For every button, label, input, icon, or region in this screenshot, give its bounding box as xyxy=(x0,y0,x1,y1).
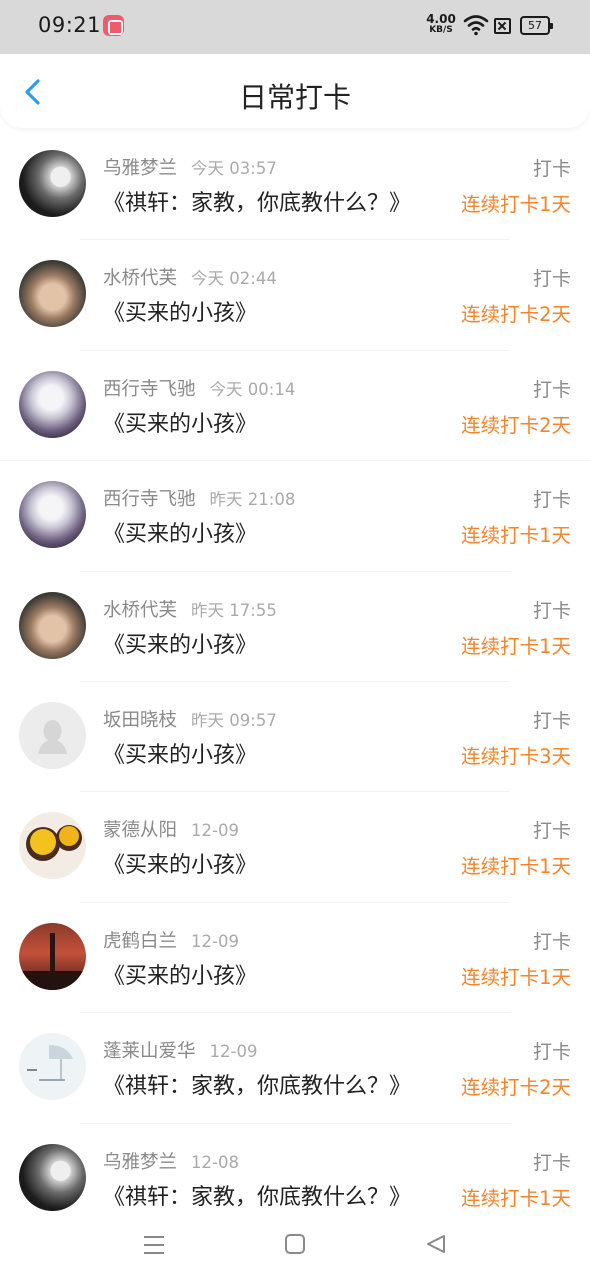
post-time: 昨天 09:57 xyxy=(191,710,277,730)
post-time: 今天 03:57 xyxy=(191,159,277,178)
user-name-text[interactable]: 西行寺飞驰 xyxy=(103,379,196,400)
user-name[interactable]: 虎鹤白兰 12-09 xyxy=(103,927,239,953)
streak-label: 连续打卡2天 xyxy=(461,303,571,327)
app-notification-icon xyxy=(103,15,124,36)
book-title[interactable]: 《买来的小孩》 xyxy=(103,737,257,769)
sim-disabled-icon xyxy=(494,18,511,34)
book-title[interactable]: 《买来的小孩》 xyxy=(103,406,257,438)
system-navigation-bar xyxy=(0,1212,590,1280)
checkin-label: 打卡 xyxy=(532,930,571,953)
user-name[interactable]: 水桥代芙 昨天 17:55 xyxy=(103,596,277,622)
checkin-label: 打卡 xyxy=(532,378,571,401)
post-time: 今天 00:14 xyxy=(209,379,296,399)
young-man-avatar[interactable] xyxy=(19,260,86,328)
streak-label: 连续打卡1天 xyxy=(461,524,571,548)
page-title: 日常打卡 xyxy=(238,81,351,114)
user-name-text[interactable]: 乌雅梦兰 xyxy=(103,158,177,179)
checkin-label: 打卡 xyxy=(532,599,571,622)
dessert-picture-icon xyxy=(26,825,82,862)
person-silhouette-icon xyxy=(38,719,67,754)
book-title[interactable]: 《买来的小孩》 xyxy=(103,627,257,659)
book-title[interactable]: 《祺轩：家教，你底教什么？》 xyxy=(103,1179,411,1211)
streak-label: 连续打卡3天 xyxy=(461,744,571,768)
young-man-avatar[interactable] xyxy=(19,591,86,659)
user-name[interactable]: 乌雅梦兰 今天 03:57 xyxy=(103,154,277,180)
feed-item[interactable]: 水桥代芙 昨天 17:55 《买来的小孩》 打卡 连续打卡1天 xyxy=(0,572,590,682)
bw-woman-avatar[interactable] xyxy=(19,150,86,217)
user-name[interactable]: 蒙德从阳 12-09 xyxy=(103,816,239,842)
book-title[interactable]: 《买来的小孩》 xyxy=(103,295,257,327)
feed-item[interactable]: 蒙德从阳 12-09 《买来的小孩》 打卡 连续打卡1天 xyxy=(0,792,590,903)
streak-label: 连续打卡1天 xyxy=(461,965,571,989)
post-time: 12-08 xyxy=(191,1152,239,1172)
feed-item[interactable]: 乌雅梦兰 今天 03:57 《祺轩：家教，你底教什么？》 打卡 连续打卡1天 xyxy=(0,130,590,241)
anime-character-avatar[interactable] xyxy=(19,481,86,549)
feed-item[interactable]: 虎鹤白兰 12-09 《买来的小孩》 打卡 连续打卡1天 xyxy=(0,903,590,1014)
streak-label: 连续打卡1天 xyxy=(461,634,571,658)
user-name-text[interactable]: 蒙德从阳 xyxy=(103,820,177,841)
book-title[interactable]: 《买来的小孩》 xyxy=(103,516,257,548)
post-time: 12-09 xyxy=(191,931,239,951)
battery-icon: 57 xyxy=(520,16,553,35)
checkin-label: 打卡 xyxy=(532,820,571,843)
streak-label: 连续打卡1天 xyxy=(461,855,571,879)
checkin-feed: 乌雅梦兰 今天 03:57 《祺轩：家教，你底教什么？》 打卡 连续打卡1天 水桥… xyxy=(0,130,590,1234)
header-bar: 日常打卡 xyxy=(0,54,590,128)
book-title[interactable]: 《祺轩：家教，你底教什么？》 xyxy=(103,1068,411,1100)
post-time: 昨天 21:08 xyxy=(209,490,296,510)
home-square-icon[interactable] xyxy=(285,1234,305,1254)
checkin-label: 打卡 xyxy=(532,1151,571,1174)
streak-label: 连续打卡2天 xyxy=(461,413,571,437)
status-bar: 09:21 4.00 KB/S 57 xyxy=(0,0,590,54)
city-night-avatar[interactable] xyxy=(19,922,86,990)
book-title[interactable]: 《祺轩：家教，你底教什么？》 xyxy=(103,185,411,217)
user-name-text[interactable]: 水桥代芙 xyxy=(103,268,177,289)
anime-character-avatar[interactable] xyxy=(19,370,86,438)
book-title[interactable]: 《买来的小孩》 xyxy=(103,958,257,990)
user-name[interactable]: 坂田晓枝 昨天 09:57 xyxy=(103,706,277,732)
feed-item[interactable]: 西行寺飞驰 今天 00:14 《买来的小孩》 打卡 连续打卡2天 xyxy=(0,351,590,462)
network-speed: 4.00 KB/S xyxy=(424,12,458,36)
user-name[interactable]: 蓬莱山爱华 12-09 xyxy=(103,1037,257,1063)
streak-label: 连续打卡1天 xyxy=(461,1186,571,1210)
checkin-label: 打卡 xyxy=(532,709,571,732)
default-avatar[interactable] xyxy=(19,701,86,769)
user-name-text[interactable]: 蓬莱山爱华 xyxy=(103,1041,196,1062)
feed-item[interactable]: 蓬莱山爱华 12-09 《祺轩：家教，你底教什么？》 打卡 连续打卡2天 xyxy=(0,1013,590,1124)
umbrella-sketch-icon xyxy=(27,1045,73,1082)
network-speed-unit: KB/S xyxy=(429,25,453,35)
user-name-text[interactable]: 水桥代芙 xyxy=(103,600,177,621)
user-name[interactable]: 水桥代芙 今天 02:44 xyxy=(103,264,277,290)
status-time: 09:21 xyxy=(38,13,102,37)
dessert-avatar[interactable] xyxy=(19,812,86,880)
checkin-label: 打卡 xyxy=(532,158,571,180)
checkin-label: 打卡 xyxy=(532,268,571,291)
tower-skyline-icon xyxy=(19,932,86,990)
bw-woman-avatar[interactable] xyxy=(19,1143,86,1211)
umbrella-illustration-avatar[interactable] xyxy=(19,1033,86,1101)
streak-label: 连续打卡1天 xyxy=(461,193,571,216)
checkin-label: 打卡 xyxy=(532,489,571,512)
network-speed-value: 4.00 xyxy=(426,12,456,26)
menu-icon[interactable] xyxy=(143,1234,165,1256)
post-time: 12-09 xyxy=(209,1042,258,1062)
book-title[interactable]: 《买来的小孩》 xyxy=(103,847,257,879)
feed-item[interactable]: 水桥代芙 今天 02:44 《买来的小孩》 打卡 连续打卡2天 xyxy=(0,240,590,351)
feed-item[interactable]: 坂田晓枝 昨天 09:57 《买来的小孩》 打卡 连续打卡3天 xyxy=(0,682,590,793)
back-triangle-icon[interactable] xyxy=(424,1232,448,1256)
checkin-label: 打卡 xyxy=(532,1041,571,1064)
wifi-icon xyxy=(463,15,489,36)
user-name[interactable]: 西行寺飞驰 昨天 21:08 xyxy=(103,485,295,511)
user-name-text[interactable]: 乌雅梦兰 xyxy=(103,1152,177,1173)
user-name-text[interactable]: 西行寺飞驰 xyxy=(103,489,196,510)
user-name[interactable]: 乌雅梦兰 12-08 xyxy=(103,1148,239,1174)
streak-label: 连续打卡2天 xyxy=(461,1076,571,1100)
user-name-text[interactable]: 虎鹤白兰 xyxy=(103,931,177,952)
user-name[interactable]: 西行寺飞驰 今天 00:14 xyxy=(103,375,295,401)
post-time: 今天 02:44 xyxy=(191,269,277,289)
post-time: 昨天 17:55 xyxy=(191,600,277,620)
feed-item[interactable]: 西行寺飞驰 昨天 21:08 《买来的小孩》 打卡 连续打卡1天 xyxy=(0,461,590,572)
post-time: 12-09 xyxy=(191,821,239,841)
user-name-text[interactable]: 坂田晓枝 xyxy=(103,710,177,731)
